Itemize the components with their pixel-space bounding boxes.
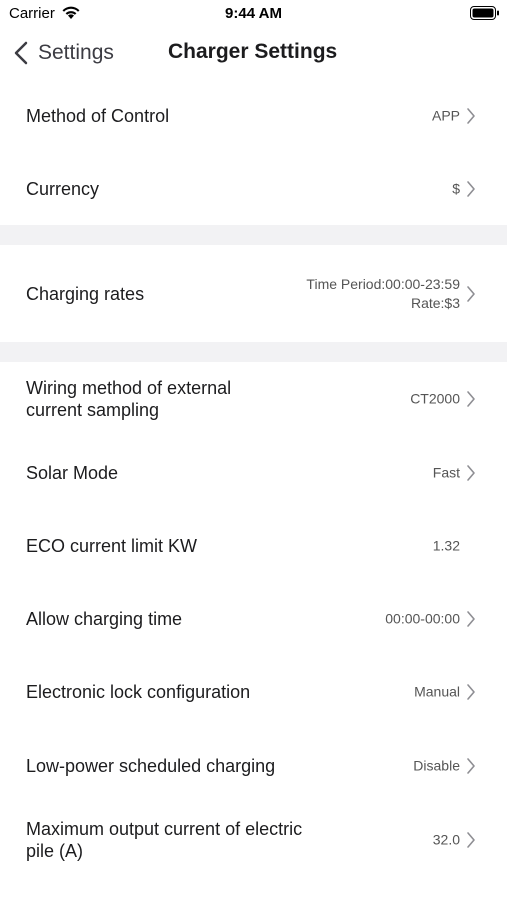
row-label: ECO current limit KW: [26, 535, 198, 556]
row-label-line: Maximum output current of electric: [26, 818, 303, 839]
status-bar: Carrier 9:44 AM: [0, 0, 507, 28]
row-value: CT2000: [410, 390, 460, 407]
chevron-right-icon: [467, 684, 475, 700]
row-method-of-control[interactable]: Method of Control APP: [0, 80, 507, 152]
row-value: 32.0: [432, 831, 460, 847]
row-label: Solar Mode: [26, 462, 119, 483]
chevron-right-icon: [467, 108, 475, 124]
section-divider: [0, 225, 507, 245]
row-label: Method of Control: [26, 106, 170, 126]
page-title: Charger Settings: [168, 40, 338, 63]
row-eco-current-limit[interactable]: ECO current limit KW 1.32: [0, 509, 507, 582]
section-divider: [0, 342, 507, 362]
back-button[interactable]: Settings: [14, 38, 114, 68]
row-max-output-current[interactable]: Maximum output current of electric pile …: [0, 802, 507, 877]
row-label: Wiring method of external current sampli…: [26, 377, 231, 421]
row-label: Electronic lock configuration: [26, 682, 251, 702]
chevron-right-icon: [467, 757, 475, 774]
row-electronic-lock[interactable]: Electronic lock configuration Manual: [0, 655, 507, 729]
chevron-right-icon: [467, 391, 475, 407]
row-wiring-method[interactable]: Wiring method of external current sampli…: [0, 362, 507, 436]
row-value: APP: [431, 107, 460, 124]
row-value: Disable: [413, 757, 460, 773]
row-label: Low-power scheduled charging: [26, 755, 276, 776]
rate-time-period: Time Period:00:00-23:59: [306, 275, 460, 292]
row-label-line: Wiring method of external: [26, 378, 232, 398]
chevron-right-icon: [467, 285, 475, 302]
rate-price: Rate:$3: [410, 294, 460, 311]
row-value: Fast: [432, 464, 460, 480]
battery-icon: [470, 6, 499, 20]
row-low-power-scheduled[interactable]: Low-power scheduled charging Disable: [0, 729, 507, 802]
row-label: Maximum output current of electric pile …: [26, 818, 302, 862]
row-allow-charging-time[interactable]: Allow charging time 00:00-00:00: [0, 582, 507, 655]
row-value: 1.32: [432, 537, 460, 553]
row-label-line: pile (A): [26, 840, 84, 861]
row-label-line: current sampling: [26, 400, 160, 420]
row-label: Allow charging time: [26, 608, 183, 629]
row-label: Currency: [26, 178, 100, 199]
row-value: Manual: [414, 683, 460, 700]
chevron-right-icon: [467, 831, 475, 848]
nav-bar: Settings Charger Settings: [0, 28, 507, 78]
chevron-right-icon: [467, 610, 475, 627]
row-solar-mode[interactable]: Solar Mode Fast: [0, 436, 507, 509]
row-value: $: [452, 180, 460, 196]
chevron-left-icon: [14, 41, 28, 65]
row-label: Charging rates: [26, 283, 145, 304]
row-value: Time Period:00:00-23:59 Rate:$3: [306, 275, 460, 313]
chevron-right-icon: [467, 180, 475, 197]
chevron-right-icon: [467, 464, 475, 481]
status-time: 9:44 AM: [225, 5, 282, 22]
back-label: Settings: [38, 41, 114, 64]
row-value: 00:00-00:00: [385, 610, 460, 626]
row-currency[interactable]: Currency $: [0, 152, 507, 225]
row-charging-rates[interactable]: Charging rates Time Period:00:00-23:59 R…: [0, 245, 507, 342]
